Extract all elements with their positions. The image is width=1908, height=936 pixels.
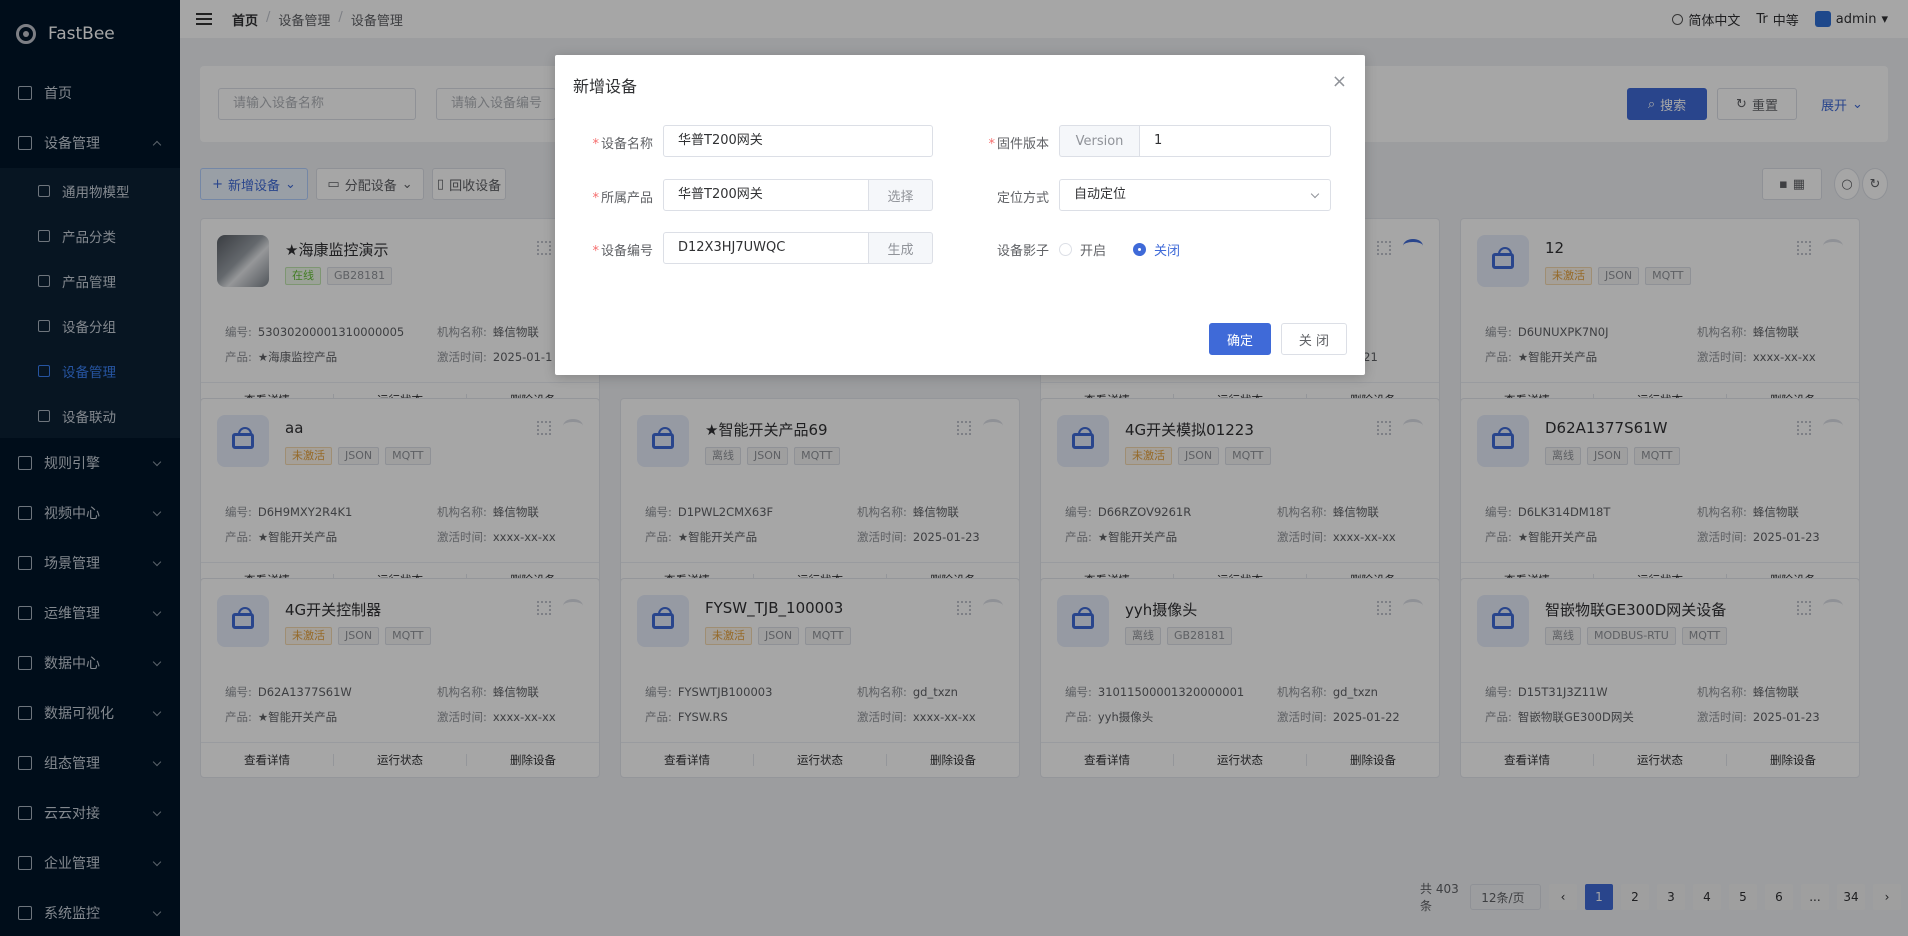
close-icon[interactable]: × — [1332, 71, 1347, 92]
shadow-label: 设备影子 — [996, 244, 1049, 259]
confirm-button[interactable]: 确定 — [1209, 323, 1271, 355]
select-product-button[interactable]: 选择 — [869, 179, 933, 211]
serial-input[interactable]: D12X3HJ7UWQC — [663, 232, 869, 264]
firmware-label-right: * 固件版本 — [988, 137, 1049, 152]
shadow-on-radio[interactable]: 开启 — [1059, 240, 1106, 259]
serial-label: * 设备编号 — [592, 244, 653, 259]
radio-icon — [1059, 243, 1072, 256]
firmware-version-input[interactable]: 1 — [1139, 125, 1331, 157]
generate-serial-button[interactable]: 生成 — [869, 232, 933, 264]
dialog-title: 新增设备 — [573, 77, 638, 96]
device-name-label: * 设备名称 — [592, 137, 653, 152]
close-button[interactable]: 关 闭 — [1281, 323, 1347, 355]
radio-checked-icon — [1133, 243, 1146, 256]
product-input[interactable]: 华普T200网关 — [663, 179, 869, 211]
chevron-down-icon — [1310, 189, 1320, 199]
device-name-input[interactable]: 华普T200网关 — [663, 125, 933, 157]
firmware-prefix: Version — [1059, 125, 1139, 157]
shadow-off-radio[interactable]: 关闭 — [1133, 240, 1180, 259]
location-select[interactable]: 自动定位 — [1059, 179, 1331, 211]
add-device-dialog: 新增设备 × * 设备名称 华普T200网关 * 所属产品 华普T200网关 选择 … — [555, 55, 1365, 375]
product-label: * 所属产品 — [592, 191, 653, 206]
location-label: 定位方式 — [996, 191, 1049, 206]
